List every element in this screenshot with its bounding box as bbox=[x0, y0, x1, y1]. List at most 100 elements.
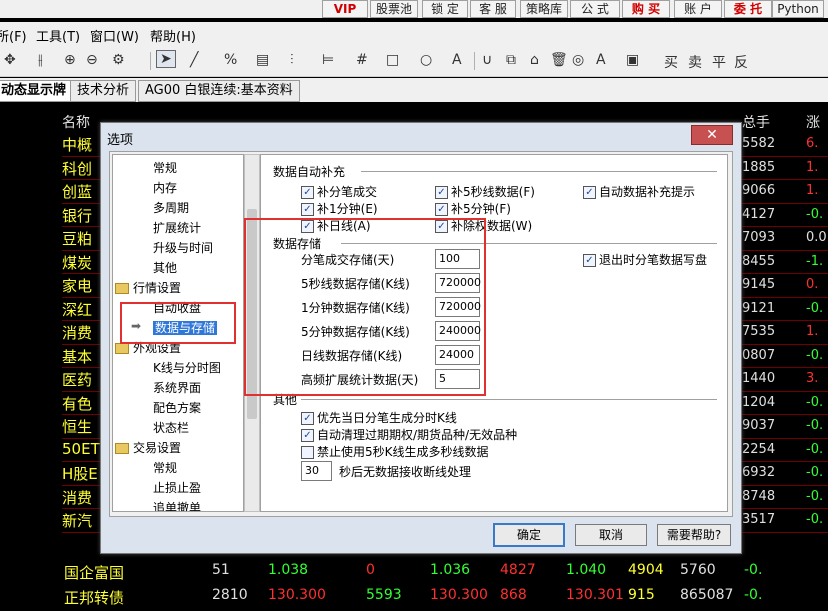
tree-item-label: 追单撤单 bbox=[153, 501, 202, 512]
row-name[interactable]: 家电 bbox=[62, 275, 92, 296]
check-auto-fill-prompt[interactable]: ✓ 自动数据补充提示 bbox=[583, 183, 695, 200]
check-5min-fill[interactable]: ✓ 补5分钟(F) bbox=[435, 200, 511, 217]
row-name[interactable]: 豆粕 bbox=[62, 228, 92, 249]
ok-button[interactable]: 确定 bbox=[493, 523, 565, 547]
top-button-0[interactable]: VIP bbox=[322, 0, 368, 18]
move-icon[interactable]: ✥ bbox=[4, 52, 16, 68]
tree-item[interactable]: 交易设置 bbox=[115, 439, 181, 456]
tree-item[interactable]: 内存 bbox=[153, 179, 177, 196]
tree-item-label: 内存 bbox=[153, 181, 178, 195]
cancel-button[interactable]: 取消 bbox=[575, 524, 647, 546]
grid-icon[interactable]: # bbox=[356, 52, 368, 68]
check-tick-fill[interactable]: ✓ 补分笔成交 bbox=[301, 183, 377, 200]
rect-icon[interactable]: □ bbox=[386, 52, 399, 68]
row-cell: 4827 bbox=[500, 562, 536, 578]
ruler-icon[interactable]: ▤ bbox=[256, 52, 269, 68]
reverse-button[interactable]: 反 bbox=[734, 52, 748, 72]
menu-item-0[interactable]: 所(F) bbox=[0, 26, 27, 45]
close-icon[interactable]: ✕ bbox=[691, 125, 733, 145]
row-name[interactable]: 科创 bbox=[62, 158, 92, 179]
timeout-input[interactable]: 30 bbox=[301, 461, 332, 481]
level-icon[interactable]: ⊨ bbox=[322, 52, 334, 68]
top-button-3[interactable]: 客 服 bbox=[470, 0, 516, 18]
tree-item[interactable]: 行情设置 bbox=[115, 279, 181, 296]
check-auto-clean[interactable]: ✓ 自动清理过期期权/期货品种/无效品种 bbox=[301, 426, 517, 443]
row-name[interactable]: 基本 bbox=[62, 346, 92, 367]
delete-icon[interactable]: 🗑 bbox=[550, 52, 568, 68]
tree-item[interactable]: K线与分时图 bbox=[153, 359, 221, 376]
top-button-8[interactable]: 委 托 bbox=[724, 0, 772, 18]
row-name[interactable]: 中概 bbox=[62, 134, 92, 155]
row-name[interactable]: 消费 bbox=[62, 487, 92, 508]
gear-icon[interactable]: ⚙ bbox=[112, 52, 125, 68]
help-button[interactable]: 需要帮助? bbox=[657, 524, 731, 546]
row-name[interactable]: 煤炭 bbox=[62, 252, 92, 273]
top-button-1[interactable]: 股票池 bbox=[370, 0, 418, 18]
copy-icon[interactable]: ⧉ bbox=[506, 52, 516, 68]
lock-icon[interactable]: ⌂ bbox=[530, 52, 539, 68]
tree-item[interactable]: 升级与时间 bbox=[153, 239, 213, 256]
check-prefer-tick-kline[interactable]: ✓ 优先当日分笔生成分时K线 bbox=[301, 409, 457, 426]
sell-button[interactable]: 卖 bbox=[688, 52, 702, 72]
menu-item-1[interactable]: 工具(T) bbox=[36, 26, 80, 45]
tree-item[interactable]: 状态栏 bbox=[153, 419, 189, 436]
eye-icon[interactable]: ◎ bbox=[572, 52, 584, 68]
row-change: 1. bbox=[806, 324, 819, 339]
font-color-icon[interactable]: A bbox=[596, 52, 606, 68]
tree-item[interactable]: 扩展统计 bbox=[153, 219, 201, 236]
row-name[interactable]: 深红 bbox=[62, 299, 92, 320]
percent-icon[interactable]: % bbox=[224, 52, 237, 68]
tab-technical-analysis[interactable]: 技术分析 bbox=[70, 80, 137, 102]
check-disable-5s-multisec[interactable]: 禁止使用5秒K线生成多秒线数据 bbox=[301, 443, 489, 460]
row-name[interactable]: H股E bbox=[62, 463, 98, 484]
tree-item[interactable]: 常规 bbox=[153, 459, 177, 476]
tree-item[interactable]: 配色方案 bbox=[153, 399, 201, 416]
menu-bar: 所(F) 工具(T) 窗口(W) 帮助(H) bbox=[0, 22, 828, 46]
check-1min-fill[interactable]: ✓ 补1分钟(E) bbox=[301, 200, 378, 217]
buy-button[interactable]: 买 bbox=[664, 52, 678, 72]
row-name[interactable]: 消费 bbox=[62, 322, 92, 343]
text-icon[interactable]: A bbox=[452, 52, 462, 68]
row-name[interactable]: 50ET bbox=[62, 440, 100, 458]
top-button-6[interactable]: 购 买 bbox=[622, 0, 670, 18]
menu-item-2[interactable]: 窗口(W) bbox=[90, 26, 139, 45]
row-name[interactable]: 新汽 bbox=[62, 510, 92, 531]
row-name[interactable]: 创蓝 bbox=[62, 181, 92, 202]
line-icon[interactable]: ╱ bbox=[190, 52, 198, 68]
pointer-icon[interactable]: ➤ bbox=[156, 50, 176, 68]
magnet-icon[interactable]: ∪ bbox=[482, 52, 492, 68]
row-total-volume: 5582 bbox=[742, 136, 776, 151]
tree-item[interactable]: 其他 bbox=[153, 259, 177, 276]
row-cell: 2810 bbox=[212, 587, 248, 603]
tree-item-label: 配色方案 bbox=[153, 401, 202, 415]
row-cell: 51 bbox=[212, 562, 230, 578]
tree-item[interactable]: 追单撤单 bbox=[153, 499, 202, 512]
zoom-out-icon[interactable]: ⊖ bbox=[86, 52, 98, 68]
close-position-button[interactable]: 平 bbox=[712, 52, 726, 72]
tree-item[interactable]: 多周期 bbox=[153, 199, 189, 216]
tree-item[interactable]: 止损止盈 bbox=[153, 479, 201, 496]
table-row[interactable]: 国企富国 51 1.038 0 1.036 4827 1.040 4904 5760 -0. bbox=[0, 560, 828, 582]
menu-item-3[interactable]: 帮助(H) bbox=[150, 26, 196, 45]
table-row[interactable]: 正邦转债 2810 130.300 5593 130.300 868 130.301 915 8… bbox=[0, 585, 828, 607]
row-name[interactable]: 恒生 bbox=[62, 416, 92, 437]
check-exit-write[interactable]: ✓ 退出时分笔数据写盘 bbox=[583, 251, 707, 268]
row-name[interactable]: 医药 bbox=[62, 369, 92, 390]
top-button-4[interactable]: 策略库 bbox=[520, 0, 568, 18]
row-name[interactable]: 银行 bbox=[62, 205, 92, 226]
check-5s-fill[interactable]: ✓ 补5秒线数据(F) bbox=[435, 183, 535, 200]
top-button-7[interactable]: 账 户 bbox=[674, 0, 722, 18]
trend-icon[interactable]: ⫶ bbox=[290, 52, 294, 68]
slider-icon[interactable]: ⫲ bbox=[38, 52, 43, 68]
zoom-in-icon[interactable]: ⊕ bbox=[64, 52, 76, 68]
circle-icon[interactable]: ○ bbox=[420, 52, 432, 68]
top-button-9[interactable]: Python bbox=[772, 0, 824, 18]
tab-ag00-info[interactable]: AG00 白银连续:基本资料 bbox=[138, 80, 300, 102]
top-button-2[interactable]: 锁 定 bbox=[422, 0, 468, 18]
row-name[interactable]: 有色 bbox=[62, 393, 92, 414]
tab-dynamic-board[interactable]: 动态显示牌 bbox=[0, 80, 74, 102]
top-button-5[interactable]: 公 式 bbox=[570, 0, 620, 18]
tree-item[interactable]: 系统界面 bbox=[153, 379, 201, 396]
save-icon[interactable]: ▣ bbox=[626, 52, 639, 68]
tree-item[interactable]: 常规 bbox=[153, 159, 177, 176]
